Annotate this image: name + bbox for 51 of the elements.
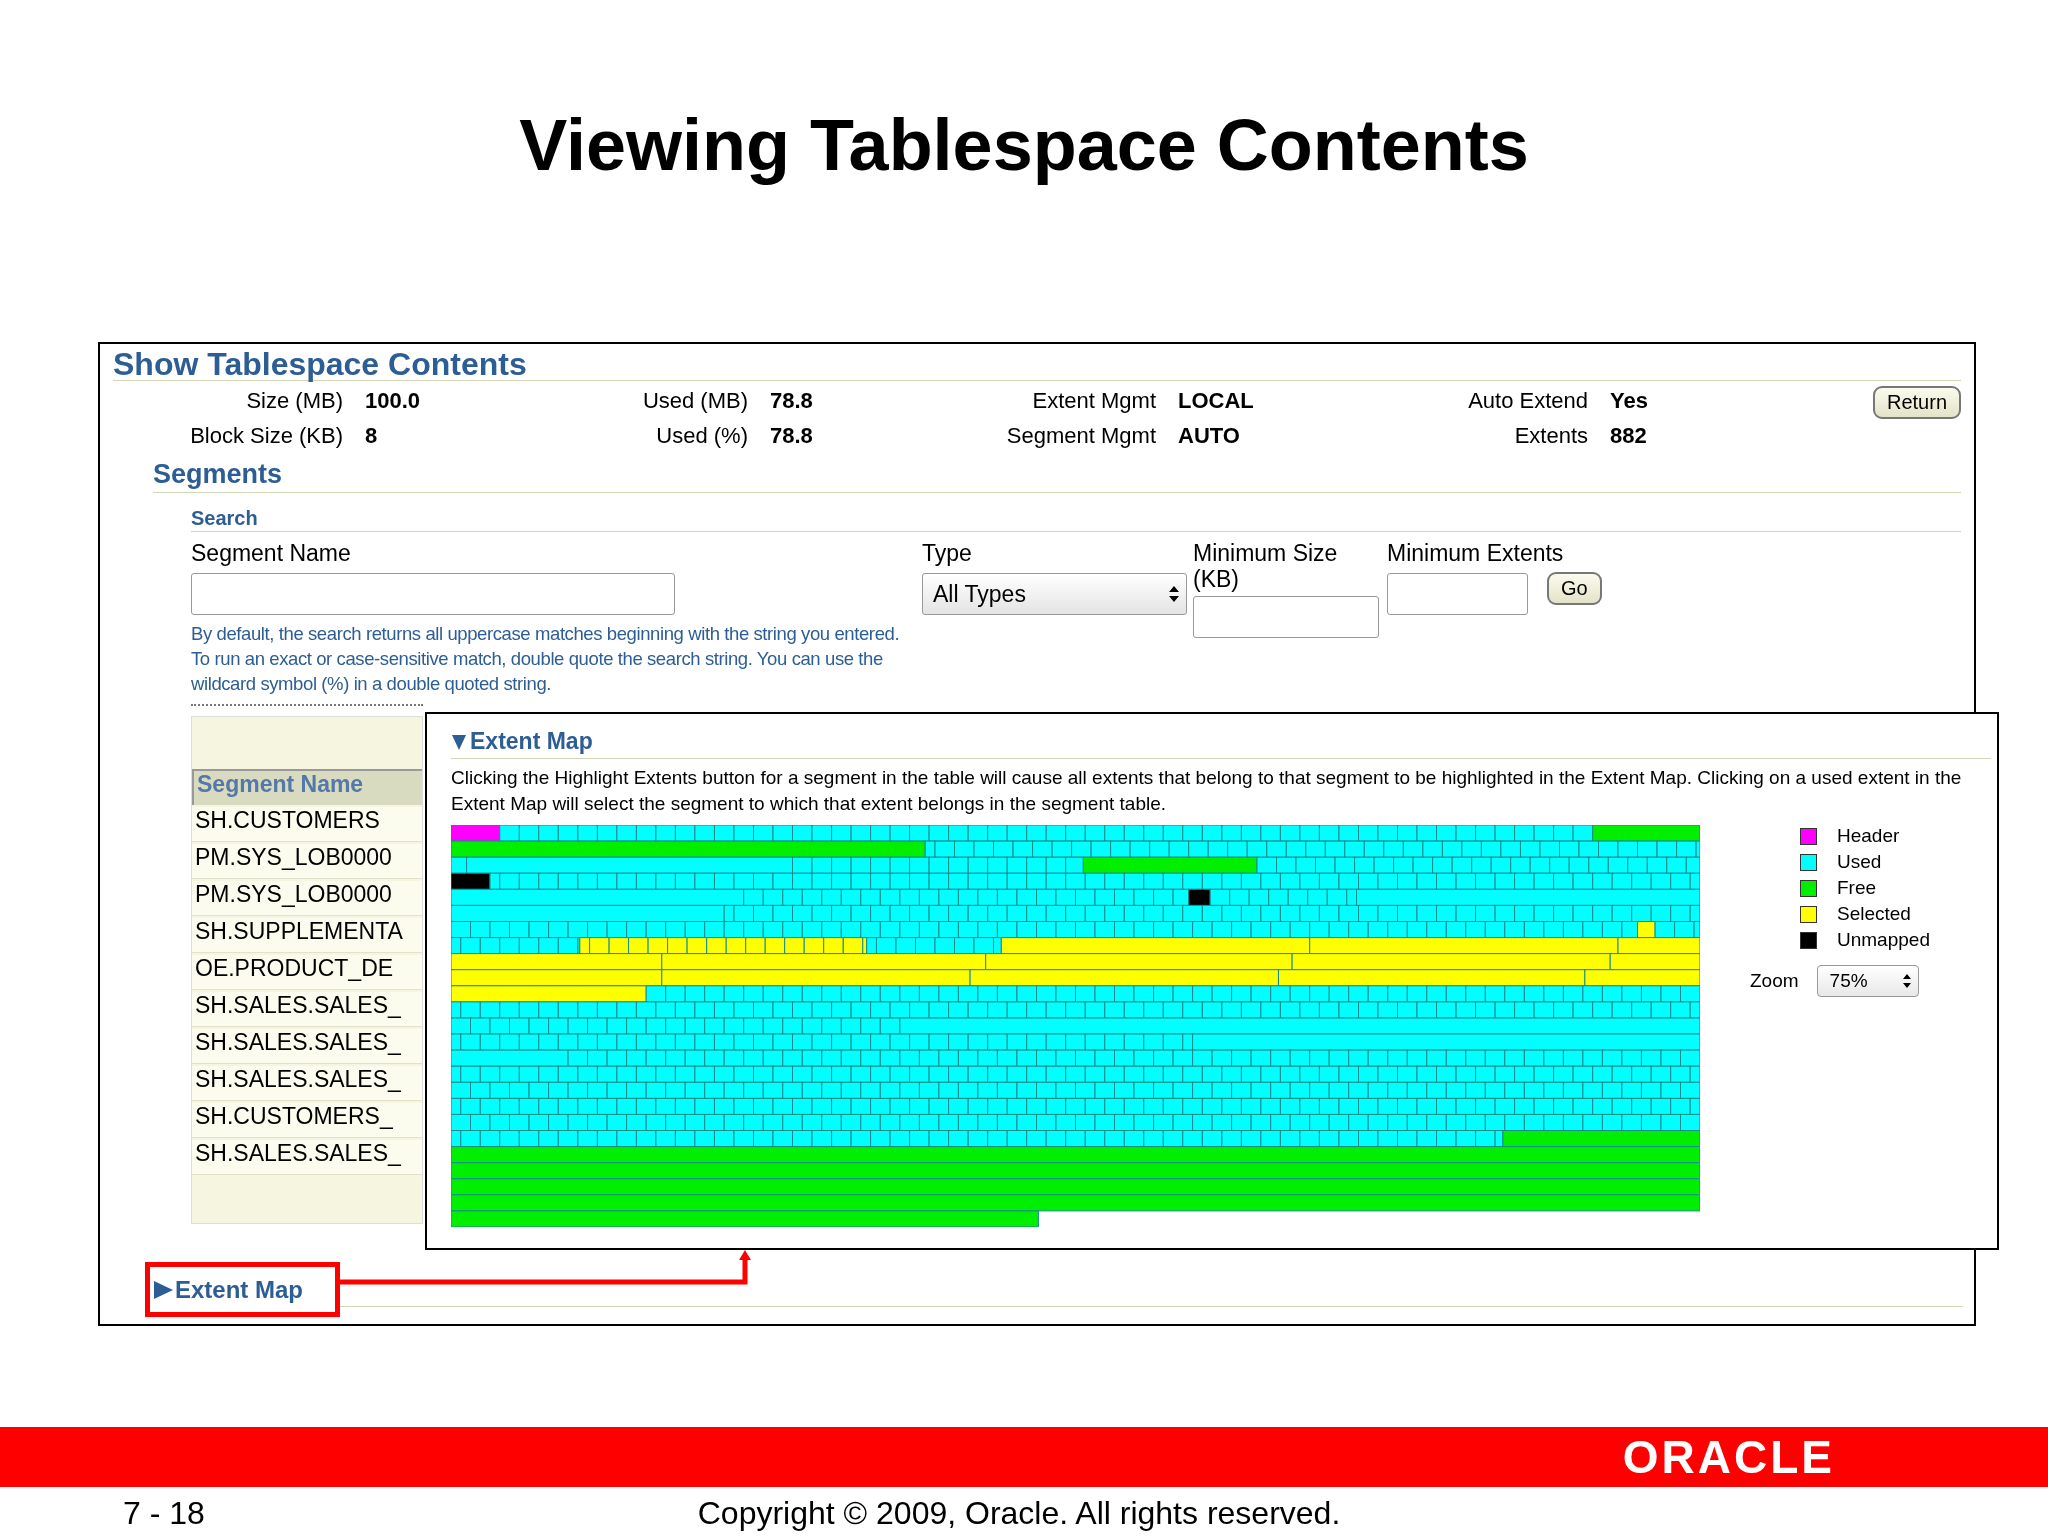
description-text: Clicking the Highlight Extents button for a segment in the table will cause all extents that belong to that segment to be highlighted in the Extent Map. Clicking on a used extent in the Extent Map will select the segment to which that extent belongs in the segment table. <box>451 766 1963 816</box>
search-title: Search <box>191 507 258 530</box>
info-value: 78.8 <box>769 387 814 415</box>
legend-label: Header <box>1837 825 1900 847</box>
info-value: 882 <box>1609 422 1648 450</box>
legend-label: Selected <box>1837 903 1911 925</box>
info-value: Yes <box>1609 387 1649 415</box>
table-cell: PM.SYS_LOB0000 <box>192 844 422 879</box>
table-cell: SH.CUSTOMERS <box>192 807 422 842</box>
type-select[interactable]: All Types <box>922 573 1187 615</box>
field-label: Minimum Extents <box>1387 540 1564 566</box>
copyright-text: Copyright © 2009, Oracle. All rights reserved. <box>697 1495 1341 1532</box>
info-label: Block Size (KB) <box>189 422 343 450</box>
info-value: 8 <box>364 422 379 450</box>
slide-title: Viewing Tablespace Contents <box>519 104 1529 186</box>
info-label: Used (%) <box>655 422 748 450</box>
info-value: 100.0 <box>364 387 422 415</box>
zoom-select[interactable]: 75% <box>1816 965 1919 997</box>
zoom-label: Zoom <box>1750 970 1799 992</box>
info-label: Extents <box>1513 422 1588 450</box>
panel-title: Show Tablespace Contents <box>113 346 527 383</box>
return-button[interactable]: Return <box>1872 386 1961 419</box>
table-cell: SH.SALES.SALES_ <box>192 1029 422 1064</box>
table-cell: SH.SUPPLEMENTA <box>192 918 422 953</box>
legend-label: Used <box>1837 851 1882 873</box>
table-cell: OE.PRODUCT_DE <box>192 955 422 990</box>
extent-map-link[interactable]: Extent Map <box>152 1275 303 1304</box>
info-label: Extent Mgmt <box>1031 387 1156 415</box>
legend-label: Free <box>1837 877 1877 899</box>
field-label: Minimum Size (KB) <box>1193 540 1339 592</box>
logo-text: ORACLE <box>1622 1430 1835 1484</box>
go-button[interactable]: Go <box>1547 572 1602 605</box>
info-label: Used (MB) <box>641 387 748 415</box>
legend-label: Unmapped <box>1837 929 1930 951</box>
table-cell: SH.SALES.SALES_ <box>192 1140 422 1175</box>
table-cell: SH.SALES.SALES_ <box>192 1066 422 1101</box>
info-label: Segment Mgmt <box>1005 422 1156 450</box>
info-value: LOCAL <box>1177 387 1255 415</box>
field-label: Segment Name <box>191 540 351 566</box>
page-number: 7 - 18 <box>123 1495 205 1532</box>
info-value: AUTO <box>1177 422 1241 450</box>
table-cell: SH.CUSTOMERS_ <box>192 1103 422 1138</box>
table-cell: SH.SALES.SALES_ <box>192 992 422 1027</box>
section-title: Segments <box>153 459 283 490</box>
field-label: Type <box>922 540 972 566</box>
table-cell: PM.SYS_LOB0000 <box>192 881 422 916</box>
section-title: Extent Map <box>470 728 593 755</box>
info-label: Auto Extend <box>1467 387 1588 415</box>
info-label: Size (MB) <box>245 387 343 415</box>
help-text: By default, the search returns all uppercase matches beginning with the string you entered. To run an exact or case-sensitive match, double quote the search string. You can use the wildcard symbol (%) in a double quoted string. <box>191 622 901 696</box>
info-value: 78.8 <box>769 422 814 450</box>
